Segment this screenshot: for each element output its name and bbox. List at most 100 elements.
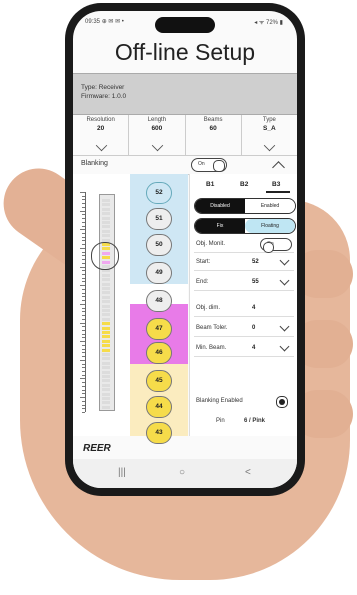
beam-pill[interactable]: 50 (146, 234, 172, 256)
param-label: Resolution (86, 117, 115, 123)
beam-segment (102, 361, 110, 365)
beam-pill[interactable]: 48 (146, 290, 172, 312)
beam-pill[interactable]: 47 (146, 318, 172, 340)
beam-segment (102, 375, 110, 378)
beam-segment (102, 291, 110, 295)
beam-segment (102, 304, 110, 308)
chevron-down-icon[interactable] (279, 255, 290, 266)
beam-segment (102, 282, 110, 286)
ruler-tick (82, 408, 85, 410)
ruler-tick (82, 218, 85, 220)
beam-segment (102, 295, 110, 299)
row-label: Obj. dim. (196, 305, 221, 311)
ruler-tick (80, 378, 85, 380)
row-label: Min. Beam. (196, 345, 227, 351)
ruler-tick (82, 206, 85, 208)
ruler-tick (82, 233, 85, 235)
start-row[interactable]: Start: 52 (194, 255, 294, 271)
tab-b2[interactable]: B2 (240, 181, 248, 188)
beam-segment (102, 221, 110, 224)
ruler-tick (80, 285, 85, 287)
beam-pill[interactable]: 49 (146, 262, 172, 284)
beam-pill[interactable]: 51 (146, 208, 172, 230)
fix-float-segment[interactable]: Fix Floating (194, 218, 296, 234)
ruler-tick (82, 296, 85, 298)
phone-screen: 09:35 ⊕ ✉ ✉ • ◂ ᯤ 72% ▮ Off-line Setup T… (73, 11, 297, 488)
disabled-option[interactable]: Disabled (195, 199, 245, 213)
beam-pill[interactable]: 45 (146, 370, 172, 392)
ruler-tick (82, 337, 85, 339)
beam-pill[interactable]: 44 (146, 396, 172, 418)
chevron-down-icon[interactable] (95, 139, 107, 152)
ruler-tick (82, 199, 85, 201)
beam-segment (102, 317, 110, 321)
ruler-tick (82, 333, 85, 335)
tab-b1[interactable]: B1 (206, 181, 214, 188)
params-row: Resolution 20 Length 600 Beams 60 Type S… (73, 115, 297, 155)
min-beam-row[interactable]: Min. Beam. 4 (194, 341, 294, 357)
tab-b3[interactable]: B3 (272, 181, 280, 188)
chevron-down-icon[interactable] (279, 341, 290, 352)
toggle-knob (213, 160, 225, 172)
chevron-up-icon[interactable] (272, 161, 285, 174)
param-length[interactable]: Length 600 (129, 115, 186, 155)
blanking-toggle[interactable]: On (191, 158, 227, 172)
param-value: 600 (151, 125, 163, 132)
ruler-tick (80, 341, 85, 343)
ruler-tick (82, 240, 85, 242)
beam-segment (102, 225, 110, 229)
beam-segment (102, 366, 110, 370)
beam-segment (102, 357, 110, 361)
pin-value: 6 / Pink (244, 418, 266, 424)
chevron-down-icon[interactable] (151, 139, 164, 152)
ruler-tick (82, 352, 85, 354)
param-value: S_A (263, 125, 276, 132)
recent-apps-icon[interactable]: ||| (118, 467, 126, 478)
param-resolution[interactable]: Resolution 20 (73, 115, 130, 155)
enabled-option[interactable]: Enabled (245, 199, 295, 213)
chevron-down-icon[interactable] (279, 321, 290, 332)
beam-segment (102, 401, 110, 405)
radio-icon[interactable] (276, 396, 288, 408)
chevron-down-icon[interactable] (279, 275, 290, 286)
fix-option[interactable]: Fix (195, 219, 245, 233)
end-row[interactable]: End: 55 (194, 275, 294, 291)
beam-pill[interactable]: 52 (146, 182, 172, 204)
ruler-tick (82, 370, 85, 372)
param-label: Beams (203, 117, 223, 123)
ruler: 605550454035302520151051 (73, 190, 86, 413)
obj-monit-toggle[interactable]: On (260, 238, 292, 253)
beam-toler-row[interactable]: Beam Toler. 0 (194, 321, 294, 337)
ruler-tick (82, 214, 85, 216)
floating-option[interactable]: Floating (245, 219, 295, 233)
android-navbar: ||| ○ < (73, 459, 297, 488)
param-label: Type (262, 117, 276, 123)
enable-segment[interactable]: Disabled Enabled (194, 198, 296, 214)
beam-segment (102, 300, 110, 304)
status-battery: ◂ ᯤ 72% ▮ (254, 20, 283, 26)
beam-segment (102, 383, 110, 387)
beam-segment (102, 207, 110, 211)
ruler-tick (82, 203, 85, 205)
beam-pill[interactable]: 46 (146, 342, 172, 364)
pin-label: Pin (216, 418, 225, 424)
row-value: 0 (252, 325, 256, 331)
beam-segment (102, 313, 110, 317)
magnifier-icon[interactable] (91, 242, 119, 270)
ruler-tick (82, 270, 85, 272)
param-type[interactable]: Type S_A (242, 115, 297, 155)
beam-segment (102, 348, 110, 352)
ruler-tick (80, 397, 85, 399)
beam-pill[interactable]: 43 (146, 422, 172, 444)
ruler-tick (80, 303, 85, 305)
ruler-tick (82, 344, 85, 346)
ruler-tick (80, 192, 85, 193)
ruler-tick (82, 315, 85, 317)
ruler-tick (82, 221, 85, 223)
ruler-tick (82, 329, 85, 331)
beam-segment (102, 388, 110, 392)
chevron-down-icon[interactable] (264, 139, 276, 152)
back-icon[interactable]: < (245, 467, 251, 478)
beam-segment (102, 331, 110, 334)
home-icon[interactable]: ○ (179, 467, 185, 478)
